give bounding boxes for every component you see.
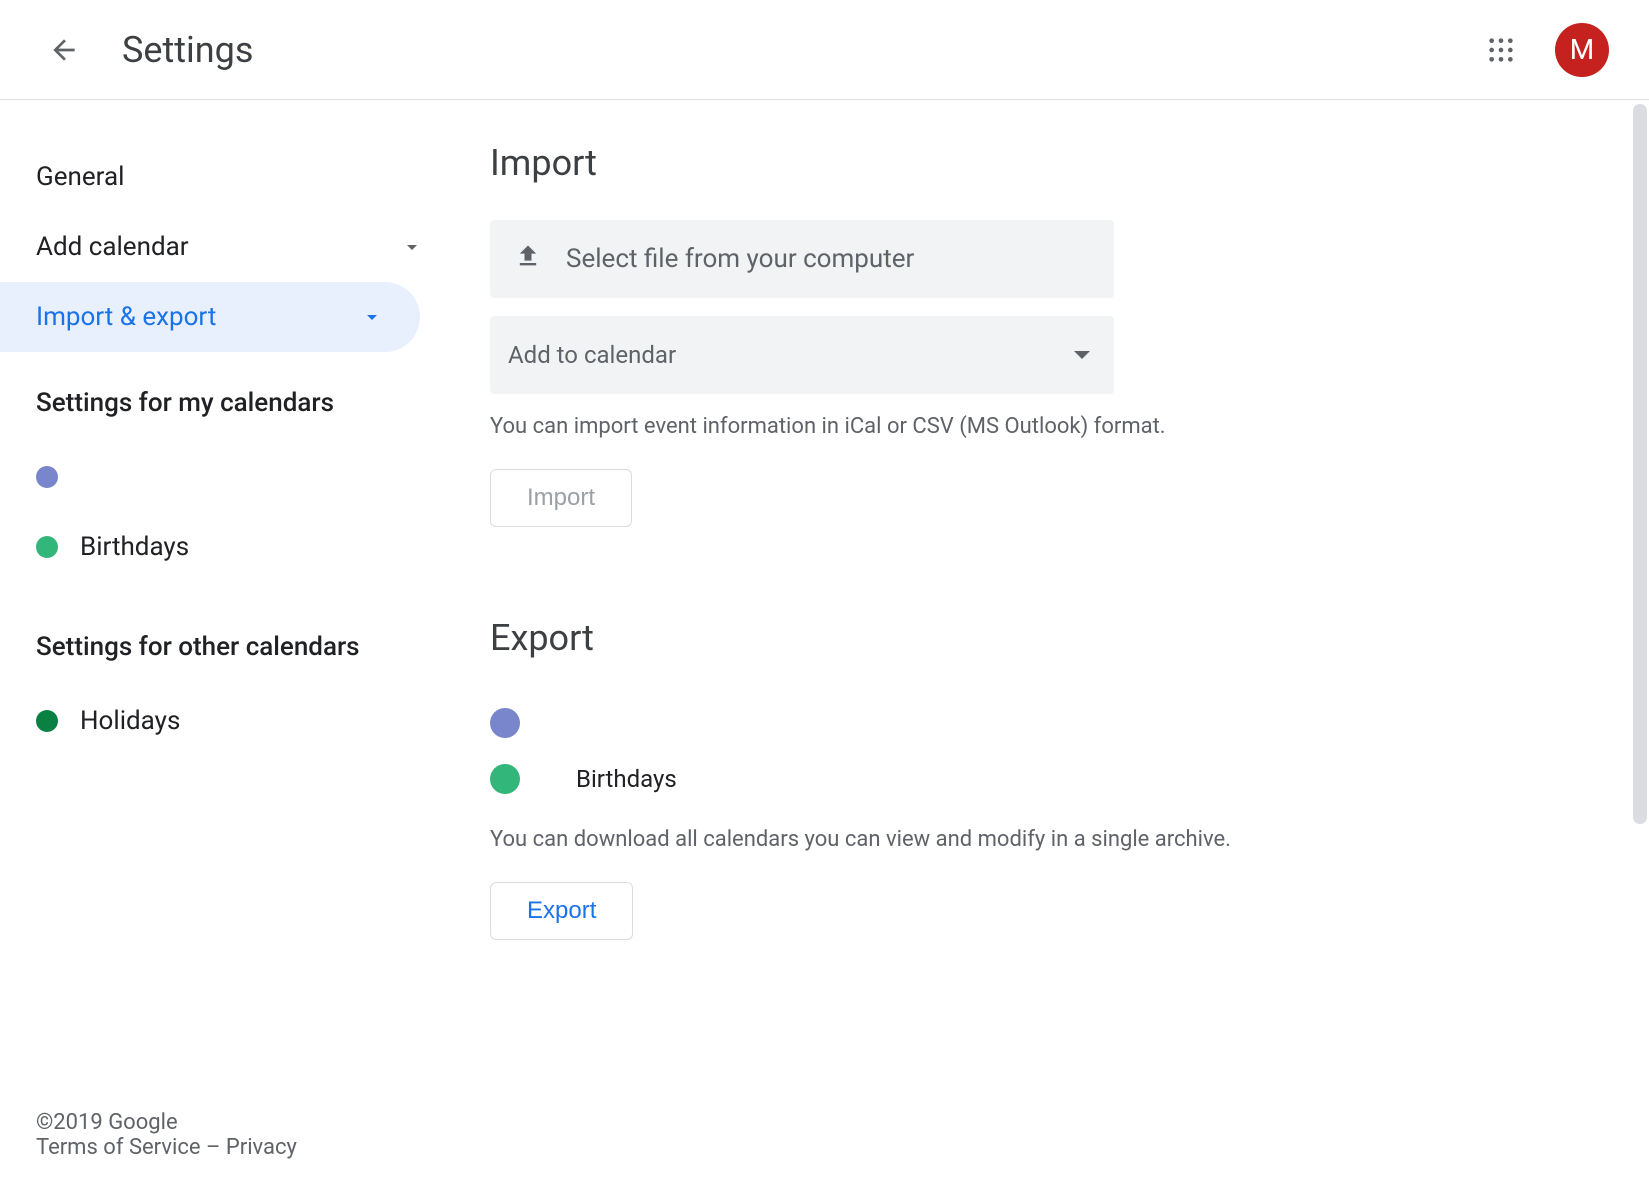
calendar-color-dot: [36, 466, 58, 488]
add-to-calendar-select[interactable]: Add to calendar: [490, 316, 1114, 394]
terms-link[interactable]: Terms of Service: [36, 1135, 201, 1160]
copyright: ©2019 Google: [36, 1110, 297, 1135]
my-calendars-title: Settings for my calendars: [0, 388, 460, 418]
calendar-label: Birthdays: [576, 765, 677, 793]
calendar-item[interactable]: [0, 442, 460, 512]
select-file-button[interactable]: Select file from your computer: [490, 220, 1114, 298]
header: Settings M: [0, 0, 1649, 100]
select-label: Add to calendar: [508, 341, 676, 369]
export-title: Export: [490, 617, 1589, 659]
nav-label: Import & export: [36, 302, 216, 332]
calendar-color-dot: [36, 536, 58, 558]
chevron-down-icon: [360, 305, 384, 329]
page-title: Settings: [122, 29, 253, 71]
export-calendar-row: [490, 695, 1589, 751]
footer: ©2019 Google Terms of Service – Privacy: [36, 1110, 297, 1160]
privacy-link[interactable]: Privacy: [226, 1135, 297, 1160]
dropdown-icon: [1074, 351, 1090, 359]
chevron-down-icon: [400, 235, 424, 259]
calendar-color-dot: [490, 708, 520, 738]
import-button[interactable]: Import: [490, 469, 632, 527]
nav-label: Add calendar: [36, 232, 189, 262]
export-button[interactable]: Export: [490, 882, 633, 940]
main: Import Select file from your computer Ad…: [460, 100, 1649, 1200]
nav-add-calendar[interactable]: Add calendar: [0, 212, 460, 282]
nav-label: General: [36, 162, 124, 192]
nav-import-export[interactable]: Import & export: [0, 282, 420, 352]
sidebar: General Add calendar Import & export Set…: [0, 100, 460, 1200]
upload-icon: [514, 242, 566, 277]
other-calendars-title: Settings for other calendars: [0, 632, 460, 662]
calendar-color-dot: [490, 764, 520, 794]
body: General Add calendar Import & export Set…: [0, 100, 1649, 1200]
calendar-item-birthdays[interactable]: Birthdays: [0, 512, 460, 582]
calendar-color-dot: [36, 710, 58, 732]
back-button[interactable]: [40, 26, 88, 74]
calendar-item-holidays[interactable]: Holidays: [0, 686, 460, 756]
import-helper: You can import event information in iCal…: [490, 414, 1589, 439]
import-title: Import: [490, 142, 1589, 184]
calendar-label: Birthdays: [80, 532, 189, 562]
export-helper: You can download all calendars you can v…: [490, 827, 1589, 852]
calendar-label: Holidays: [80, 706, 180, 736]
avatar[interactable]: M: [1555, 23, 1609, 77]
apps-icon[interactable]: [1477, 26, 1525, 74]
select-file-label: Select file from your computer: [566, 244, 914, 274]
scrollbar[interactable]: [1633, 104, 1647, 824]
export-calendar-row-birthdays: Birthdays: [490, 751, 1589, 807]
nav-general[interactable]: General: [0, 142, 460, 212]
